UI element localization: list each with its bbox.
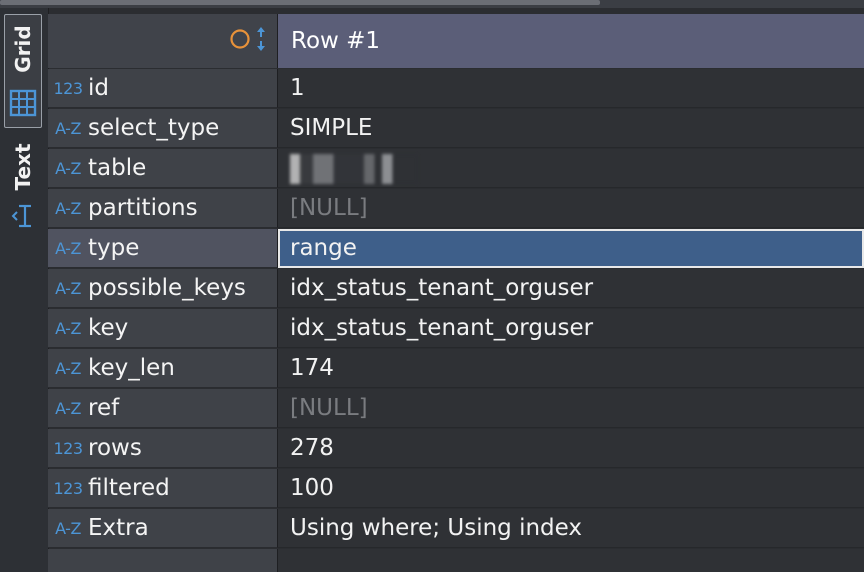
field-value-cell[interactable]: [NULL] — [278, 189, 864, 228]
string-type-icon: A-Z — [55, 358, 81, 378]
string-type-icon: A-Z — [55, 118, 81, 138]
record-grid: Row #1 123 id 1 A-Z select_type SIMPLE A… — [48, 8, 864, 572]
field-name: rows — [88, 435, 142, 461]
string-type-icon: A-Z — [55, 398, 81, 418]
numeric-type-icon: 123 — [53, 78, 83, 98]
field-name-cell: 123 id — [48, 69, 278, 108]
string-type-icon: A-Z — [55, 518, 81, 538]
field-name-cell: A-Z partitions — [48, 189, 278, 228]
tab-text-label: Text — [11, 143, 35, 191]
field-value-cell[interactable]: idx_status_tenant_orguser — [278, 309, 864, 348]
blurred-redaction — [290, 153, 418, 184]
string-type-icon: A-Z — [55, 278, 81, 298]
table-row[interactable]: A-Z key idx_status_tenant_orguser — [48, 309, 864, 349]
field-name-cell: A-Z key_len — [48, 349, 278, 388]
field-value-cell[interactable]: 174 — [278, 349, 864, 388]
field-value-cell[interactable] — [278, 149, 864, 188]
field-name: id — [88, 75, 109, 101]
field-name-cell: A-Z possible_keys — [48, 269, 278, 308]
empty-value-cell — [278, 549, 864, 572]
field-name: table — [88, 155, 147, 181]
text-cursor-icon — [11, 203, 35, 233]
string-type-icon: A-Z — [55, 318, 81, 338]
field-value-cell[interactable]: 278 — [278, 429, 864, 468]
scrollbar-thumb[interactable] — [0, 0, 600, 5]
empty-row-area — [48, 549, 864, 572]
field-name: ref — [88, 395, 120, 421]
field-name-cell: A-Z type — [48, 229, 278, 268]
table-row[interactable]: A-Z key_len 174 — [48, 349, 864, 389]
field-name-cell: A-Z table — [48, 149, 278, 188]
field-name: possible_keys — [88, 275, 246, 301]
numeric-type-icon: 123 — [53, 478, 83, 498]
field-name-cell: A-Z Extra — [48, 509, 278, 548]
table-row[interactable]: A-Z partitions [NULL] — [48, 189, 864, 229]
string-type-icon: A-Z — [55, 238, 81, 258]
table-row[interactable]: 123 id 1 — [48, 69, 864, 109]
field-name-cell: A-Z key — [48, 309, 278, 348]
table-row[interactable]: A-Z possible_keys idx_status_tenant_orgu… — [48, 269, 864, 309]
horizontal-scrollbar[interactable] — [0, 0, 864, 8]
header-corner — [48, 14, 278, 68]
empty-name-cell — [48, 549, 278, 572]
tab-grid[interactable]: Grid — [4, 14, 42, 128]
field-name: filtered — [88, 475, 170, 501]
numeric-type-icon: 123 — [53, 438, 83, 458]
table-row[interactable]: A-Z ref [NULL] — [48, 389, 864, 429]
table-row-selected[interactable]: A-Z type range — [48, 229, 864, 269]
field-value-cell[interactable]: idx_status_tenant_orguser — [278, 269, 864, 308]
field-name-cell: A-Z ref — [48, 389, 278, 428]
field-value-cell[interactable]: 100 — [278, 469, 864, 508]
field-name: type — [88, 235, 140, 261]
grid-icon — [9, 89, 37, 121]
sort-arrows-icon[interactable] — [255, 26, 267, 56]
field-name: key_len — [88, 355, 175, 381]
field-value-cell[interactable]: [NULL] — [278, 389, 864, 428]
column-header-row-1[interactable]: Row #1 — [278, 14, 864, 68]
string-type-icon: A-Z — [55, 158, 81, 178]
field-name: key — [88, 315, 129, 341]
sort-controls[interactable] — [229, 26, 267, 56]
field-name: Extra — [88, 515, 149, 541]
field-value-cell[interactable]: 1 — [278, 69, 864, 108]
field-name-cell: 123 filtered — [48, 469, 278, 508]
field-name-cell: A-Z select_type — [48, 109, 278, 148]
record-view-panel: Grid Text Row #1 123 id 1 A-Z select_typ… — [0, 0, 864, 572]
field-value-cell[interactable]: Using where; Using index — [278, 509, 864, 548]
string-type-icon: A-Z — [55, 198, 81, 218]
tab-grid-label: Grid — [11, 25, 35, 73]
field-value-cell-selected[interactable]: range — [278, 229, 864, 268]
tab-text[interactable]: Text — [4, 134, 42, 244]
table-row[interactable]: A-Z select_type SIMPLE — [48, 109, 864, 149]
record-rows: 123 id 1 A-Z select_type SIMPLE A-Z tabl… — [48, 69, 864, 572]
field-name: select_type — [88, 115, 220, 141]
table-row[interactable]: A-Z table — [48, 149, 864, 189]
circle-icon[interactable] — [229, 28, 251, 54]
table-row[interactable]: 123 rows 278 — [48, 429, 864, 469]
table-row[interactable]: A-Z Extra Using where; Using index — [48, 509, 864, 549]
field-name: partitions — [88, 195, 198, 221]
table-row[interactable]: 123 filtered 100 — [48, 469, 864, 509]
field-value-cell[interactable]: SIMPLE — [278, 109, 864, 148]
view-mode-toolbar: Grid Text — [0, 8, 49, 572]
field-name-cell: 123 rows — [48, 429, 278, 468]
